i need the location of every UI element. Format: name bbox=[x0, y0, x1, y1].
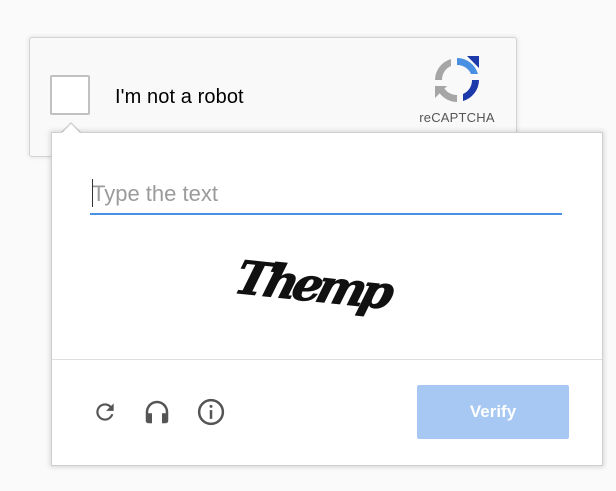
info-icon bbox=[197, 398, 225, 426]
popup-arrow-fill bbox=[61, 124, 81, 134]
headphones-icon bbox=[145, 400, 169, 424]
audio-challenge-button[interactable] bbox=[140, 395, 174, 429]
captcha-text-input[interactable] bbox=[90, 175, 562, 215]
popup-divider bbox=[52, 359, 602, 360]
info-button[interactable] bbox=[194, 395, 228, 429]
refresh-button[interactable] bbox=[88, 395, 122, 429]
captcha-image: Themp bbox=[232, 251, 401, 320]
refresh-icon bbox=[96, 403, 114, 421]
recaptcha-stage: I'm not a robot reCAPTCHA Themp bbox=[0, 0, 616, 491]
verify-button[interactable]: Verify bbox=[417, 385, 569, 439]
recaptcha-logo-icon bbox=[435, 56, 479, 102]
recaptcha-logo-text: reCAPTCHA bbox=[419, 110, 495, 125]
checkbox-label: I'm not a robot bbox=[115, 86, 244, 108]
challenge-popup: Themp Verify bbox=[51, 132, 603, 466]
not-a-robot-checkbox[interactable] bbox=[50, 75, 90, 115]
text-cursor bbox=[92, 179, 93, 207]
recaptcha-logo: reCAPTCHA bbox=[412, 52, 502, 125]
captcha-distorted-text: Themp bbox=[232, 251, 401, 320]
